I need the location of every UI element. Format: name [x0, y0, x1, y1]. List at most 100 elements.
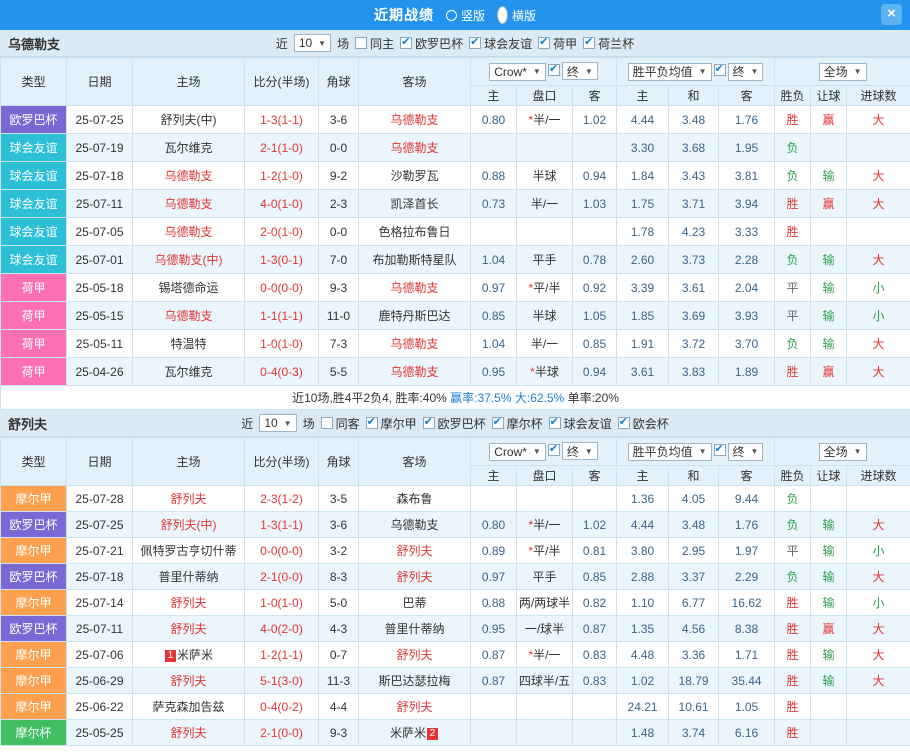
league-filter-option[interactable]: 欧会杯 — [618, 415, 669, 432]
odds-final-option[interactable] — [548, 64, 560, 76]
scope-select-value: 全场 — [824, 443, 848, 460]
avg-group-header: 胜平负均值▼ 终▼ — [617, 58, 775, 86]
topbar-controls: 近期战绩 竖版 横版 — [374, 5, 536, 25]
avg-final-select[interactable]: 终▼ — [728, 443, 764, 461]
handicap-text: 平/半 — [533, 544, 560, 558]
league-filter-option[interactable]: 欧罗巴杯 — [400, 35, 463, 52]
corner-count: 11-0 — [319, 302, 359, 330]
league-filter-checkbox[interactable] — [366, 417, 378, 429]
team-section: 乌德勒支近10▼场同主欧罗巴杯球会友谊荷甲荷兰杯类型日期主场比分(半场)角球客场… — [0, 30, 910, 410]
league-filter-checkbox[interactable] — [423, 417, 435, 429]
odds-source-select[interactable]: Crow*▼ — [489, 443, 546, 461]
venue-filter-checkbox[interactable] — [321, 417, 333, 429]
recent-count-select[interactable]: 10▼ — [259, 414, 296, 432]
avg-odds: 3.74 — [669, 720, 719, 746]
match-date: 25-06-29 — [67, 668, 133, 694]
avg-select-value: 胜平负均值 — [633, 443, 693, 460]
league-filter-option[interactable]: 荷兰杯 — [583, 35, 634, 52]
league-filter-checkbox[interactable] — [492, 417, 504, 429]
avg-odds: 2.88 — [617, 564, 669, 590]
match-score: 1-0(1-0) — [245, 330, 319, 358]
match-score: 2-1(0-0) — [245, 564, 319, 590]
match-score: 0-4(0-2) — [245, 694, 319, 720]
avg-select[interactable]: 胜平负均值▼ — [628, 443, 712, 461]
home-team: 舒列夫 — [133, 590, 245, 616]
scope-select[interactable]: 全场▼ — [819, 443, 867, 461]
league-filter-option[interactable]: 荷甲 — [538, 35, 577, 52]
handicap-line — [517, 720, 573, 746]
topbar: 近期战绩 竖版 横版 × — [0, 0, 910, 30]
match-score: 1-2(1-1) — [245, 642, 319, 668]
league-filter-checkbox[interactable] — [538, 37, 550, 49]
odds-final-checkbox[interactable] — [548, 64, 560, 76]
avg-final-option[interactable] — [714, 444, 726, 456]
league-filter-option[interactable]: 球会友谊 — [469, 35, 532, 52]
scope-select[interactable]: 全场▼ — [819, 63, 867, 81]
league-filter-checkbox[interactable] — [469, 37, 481, 49]
odds-home — [471, 218, 517, 246]
avg-odds: 3.71 — [669, 190, 719, 218]
avg-final-checkbox[interactable] — [714, 444, 726, 456]
home-team: 瓦尔维克 — [133, 134, 245, 162]
home-team: 瓦尔维克 — [133, 358, 245, 386]
odds-final-select[interactable]: 终▼ — [562, 442, 598, 460]
table-row: 摩尔甲25-06-22萨克森加告兹0-4(0-2)4-4舒列夫24.2110.6… — [1, 694, 910, 720]
table-row: 荷甲25-05-18锡塔德命运0-0(0-0)9-3乌德勒支0.97*平/半0.… — [1, 274, 910, 302]
away-team-name: 舒列夫 — [396, 700, 432, 714]
sub-column-header: 客 — [573, 86, 617, 106]
home-team-name: 佩特罗古亨切什蒂 — [140, 544, 236, 558]
match-date: 25-07-21 — [67, 538, 133, 564]
league-filter-option[interactable]: 球会友谊 — [549, 415, 612, 432]
odds-final-option[interactable] — [548, 444, 560, 456]
league-filter-option[interactable]: 摩尔甲 — [366, 415, 417, 432]
avg-final-checkbox[interactable] — [714, 64, 726, 76]
layout-option-horizontal[interactable]: 横版 — [497, 6, 536, 24]
league-filter-checkbox[interactable] — [618, 417, 630, 429]
odds-final-select[interactable]: 终▼ — [562, 62, 598, 80]
home-team-name: 舒列夫 — [170, 622, 206, 636]
away-team-name: 乌德勒支 — [390, 518, 438, 532]
close-icon[interactable]: × — [881, 4, 902, 25]
venue-filter-option[interactable]: 同主 — [355, 35, 394, 52]
odds-source-select[interactable]: Crow*▼ — [489, 63, 546, 81]
avg-odds: 3.48 — [669, 106, 719, 134]
table-row: 球会友谊25-07-11乌德勒支4-0(1-0)2-3凯泽首长0.73半/一1.… — [1, 190, 910, 218]
handicap-text: 半球 — [535, 365, 559, 379]
match-date: 25-05-25 — [67, 720, 133, 746]
sub-column-header: 胜负 — [775, 86, 811, 106]
recent-count-select[interactable]: 10▼ — [294, 34, 331, 52]
layout-option-vertical[interactable]: 竖版 — [446, 7, 485, 24]
away-team: 森布鲁 — [359, 486, 471, 512]
avg-odds: 8.38 — [719, 616, 775, 642]
odds-home: 0.80 — [471, 106, 517, 134]
league-filter-checkbox[interactable] — [583, 37, 595, 49]
table-row: 欧罗巴杯25-07-18普里什蒂纳2-1(0-0)8-3舒列夫0.97平手0.8… — [1, 564, 910, 590]
league-filter-option[interactable]: 摩尔杯 — [492, 415, 543, 432]
handicap-line: 平手 — [517, 564, 573, 590]
avg-final-option[interactable] — [714, 64, 726, 76]
venue-filter-option[interactable]: 同客 — [321, 415, 360, 432]
odds-away: 0.85 — [573, 564, 617, 590]
venue-filter-checkbox[interactable] — [355, 37, 367, 49]
home-team-name: 瓦尔维克 — [164, 365, 212, 379]
result-goals: 大 — [847, 330, 910, 358]
sub-column-header: 让球 — [811, 86, 847, 106]
odds-home: 0.73 — [471, 190, 517, 218]
result-outcome: 胜 — [775, 642, 811, 668]
avg-odds: 4.44 — [617, 106, 669, 134]
avg-select[interactable]: 胜平负均值▼ — [628, 63, 712, 81]
avg-odds: 1.78 — [617, 218, 669, 246]
league-filter-option[interactable]: 欧罗巴杯 — [423, 415, 486, 432]
handicap-line: *半/一 — [517, 512, 573, 538]
avg-odds: 2.04 — [719, 274, 775, 302]
league-filter-checkbox[interactable] — [400, 37, 412, 49]
avg-final-select[interactable]: 终▼ — [728, 63, 764, 81]
team-name: 舒列夫 — [8, 414, 47, 433]
league-filter-checkbox[interactable] — [549, 417, 561, 429]
home-team: 舒列夫(中) — [133, 106, 245, 134]
match-filter: 近10▼场同客摩尔甲欧罗巴杯摩尔杯球会友谊欧会杯 — [241, 414, 668, 432]
chevron-down-icon: ▼ — [585, 67, 593, 76]
away-team: 乌德勒支 — [359, 358, 471, 386]
away-team: 乌德勒支 — [359, 512, 471, 538]
odds-final-checkbox[interactable] — [548, 444, 560, 456]
